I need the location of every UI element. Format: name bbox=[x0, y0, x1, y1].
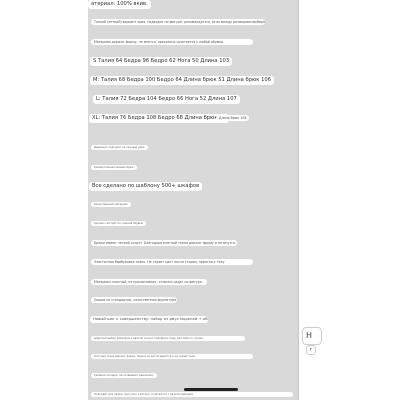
message-text: Пошив по стандартам, качественная фурнит… bbox=[91, 297, 177, 304]
note-text: Качественный материал bbox=[91, 202, 131, 208]
size-m-text: M: Талия 68 Бедра 100 Бедро 64 Длина брю… bbox=[90, 76, 274, 85]
message-text: Новый шаг к совершенству: набор из двух … bbox=[90, 316, 208, 323]
notice-text: Материал держит форму, не мнется, прекра… bbox=[91, 39, 253, 46]
partial-message-bubble[interactable]: г bbox=[306, 345, 316, 355]
size-l-text: L: Талия 72 Бедра 104 Бедро 66 Нога 52 Д… bbox=[93, 95, 240, 104]
panel-divider bbox=[298, 0, 299, 400]
home-indicator[interactable] bbox=[184, 388, 238, 391]
headline-text: Все сделано по шаблону 500+ шкафов bbox=[89, 182, 203, 191]
material-text: атериал: 100% вкив. bbox=[88, 0, 151, 9]
message-text: Подходят для офиса, прогулок и встреч, с… bbox=[91, 392, 293, 398]
info-text: Тонкий (летний) вариант кроя, подходит п… bbox=[91, 19, 265, 26]
message-text: Эластичная бамбуковая ткань. Не теряет ц… bbox=[91, 259, 253, 266]
message-text: Плотная ткань держит форму, брюки не рас… bbox=[91, 354, 253, 360]
note-text: Идеально подходят на каждый день bbox=[91, 145, 148, 151]
chat-screen: атериал: 100% вкив. Тонкий (летний) вари… bbox=[0, 0, 400, 400]
message-text: Широкий выбор размеров и цветов, можно п… bbox=[91, 336, 245, 342]
size-xl-text: XL: Талия 76 Бедра 108 Бедро 68 Длина бр… bbox=[89, 114, 229, 123]
message-text: Брюки имеют четкий силуэт. Благодаря пло… bbox=[91, 240, 237, 247]
message-text: Удобная посадка, не сковывают движения. bbox=[91, 373, 157, 379]
size-xl-extra-text: Длина брюк 108 bbox=[216, 115, 250, 122]
partial-message-bubble[interactable]: Н bbox=[302, 327, 322, 345]
size-s-text: S Талия 64 Бедра 96 Бедро 62 Нога 50 Дли… bbox=[90, 57, 233, 66]
message-text: Материал плотный, не просвечивает, отлич… bbox=[91, 279, 207, 286]
note-text: Хорошо смотрятся с разной обувью bbox=[91, 221, 147, 227]
note-text: Универсальная модель брюк bbox=[91, 165, 137, 171]
